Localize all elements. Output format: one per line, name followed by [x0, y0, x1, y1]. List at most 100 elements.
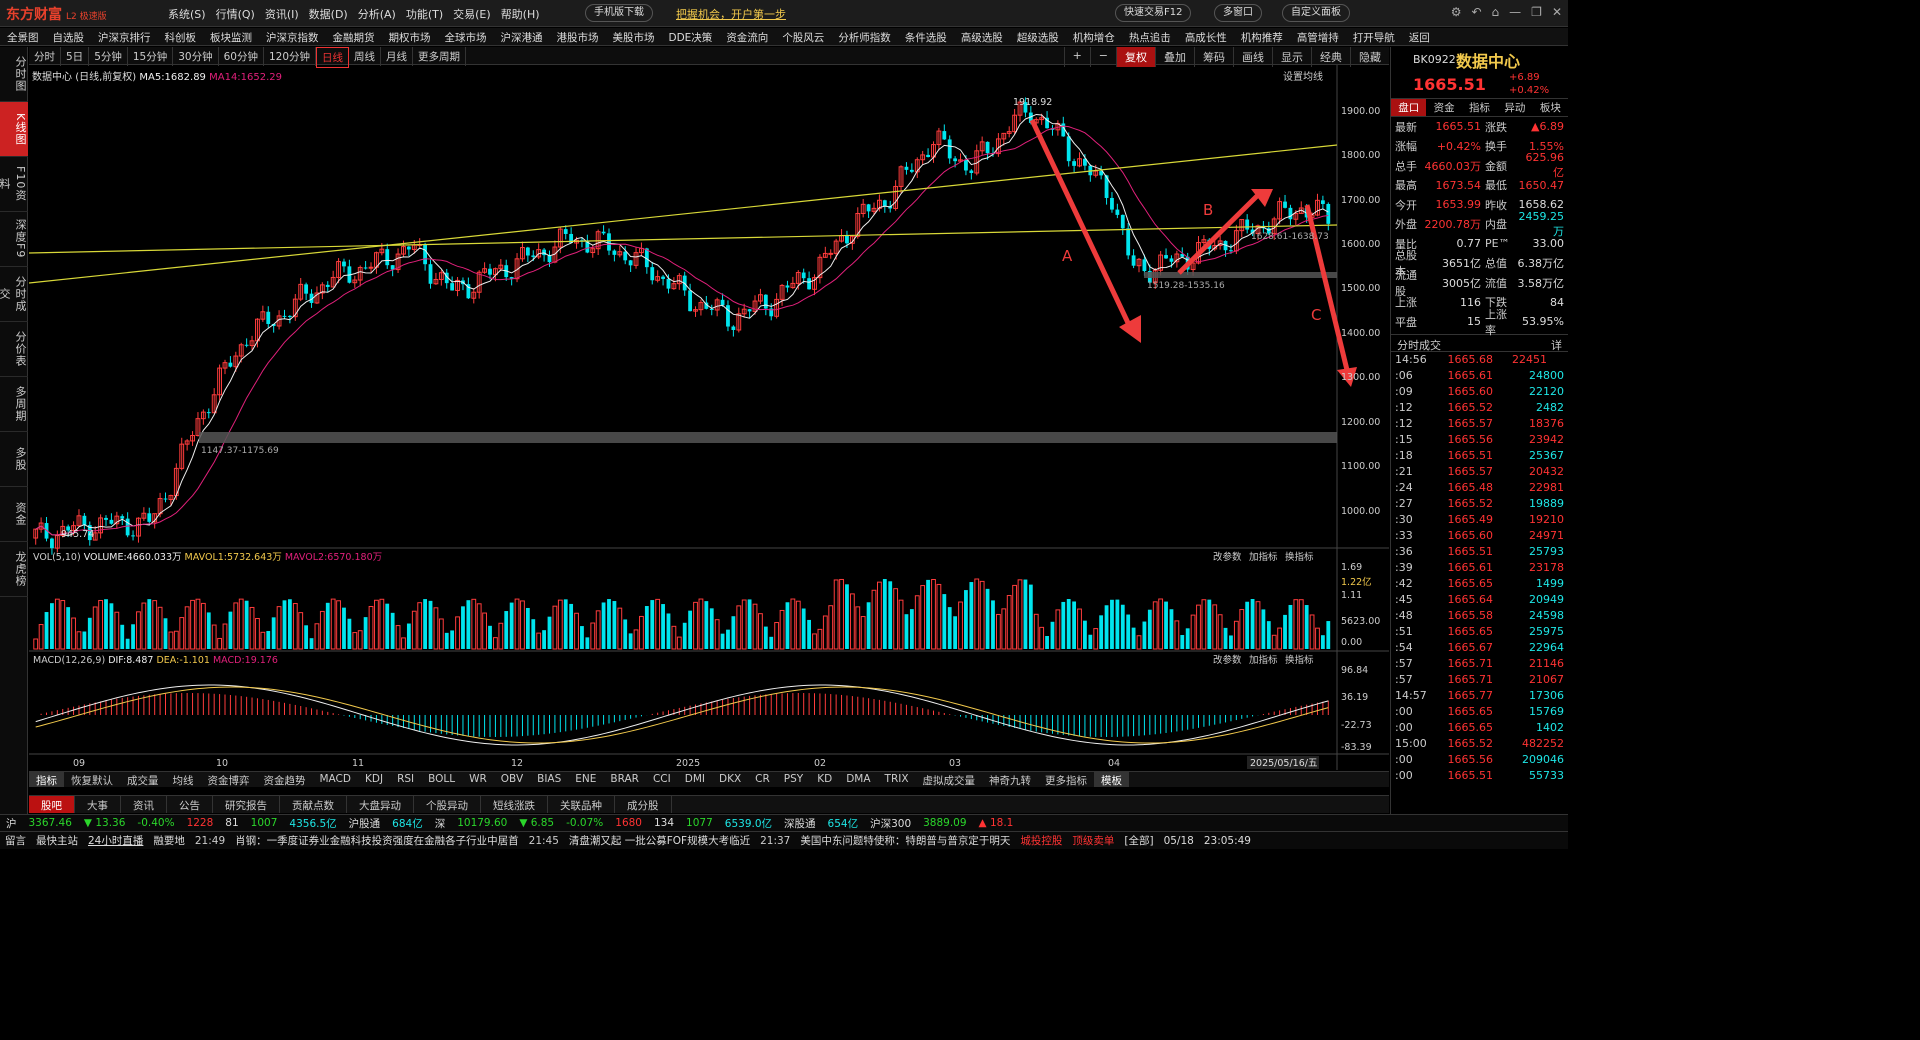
nav-item[interactable]: 沪深港通 [494, 28, 550, 45]
ind-tab[interactable]: 资金趋势 [257, 772, 313, 787]
nav-item[interactable]: 沪深京排行 [91, 28, 158, 45]
trades-list[interactable]: 14:56 1665.68 22451:06 1665.61 24800:09 1665.… [1391, 352, 1568, 784]
nav-item[interactable]: 热点追击 [1122, 28, 1178, 45]
nav-item[interactable]: 金融期货 [326, 28, 382, 45]
menu-quote[interactable]: 行情(Q) [216, 6, 255, 22]
kline-svg[interactable]: A B C 1918.92 945.74 1147.37-1175.69 151… [29, 65, 1389, 770]
restore-icon[interactable]: ❐ [1531, 5, 1542, 19]
nav-item[interactable]: 港股市场 [550, 28, 606, 45]
rail-multi-stock[interactable]: 多股 [0, 432, 28, 487]
promo-link[interactable]: 把握机会，开户第一步 [676, 6, 786, 22]
ind-tab[interactable]: WR [462, 772, 494, 787]
nav-item[interactable]: 高管增持 [1290, 28, 1346, 45]
chips-button[interactable]: 筹码 [1194, 47, 1233, 67]
ind-tab[interactable]: 神奇九转 [982, 772, 1038, 787]
nav-item[interactable]: 美股市场 [606, 28, 662, 45]
custom-panel-button[interactable]: 自定义面板 [1282, 4, 1350, 22]
menu-analysis[interactable]: 分析(A) [358, 6, 396, 22]
menu-trade[interactable]: 交易(E) [453, 6, 491, 22]
period-5min[interactable]: 5分钟 [89, 47, 128, 66]
period-5day[interactable]: 5日 [61, 47, 89, 66]
nav-item[interactable]: 高级选股 [954, 28, 1010, 45]
zoom-out-button[interactable]: − [1090, 47, 1116, 67]
hide-button[interactable]: 隐藏 [1350, 47, 1389, 67]
macd-buttons[interactable]: 改参数 加指标 换指标 [1213, 654, 1314, 666]
settings-icon[interactable]: ⚙ [1451, 5, 1462, 19]
news-tab[interactable]: 股吧 [29, 796, 75, 813]
rail-ticks[interactable]: 分时成交 [0, 267, 28, 322]
ind-tab[interactable]: 更多指标 [1038, 772, 1094, 787]
nav-item[interactable]: 机构增仓 [1066, 28, 1122, 45]
ind-tab[interactable]: KD [810, 772, 839, 787]
nav-item[interactable]: 打开导航 [1346, 28, 1402, 45]
ind-tab[interactable]: 模板 [1094, 772, 1129, 787]
ind-tab[interactable]: DKX [712, 772, 748, 787]
minimize-icon[interactable]: — [1509, 5, 1521, 19]
ind-tab[interactable]: 成交量 [120, 772, 166, 787]
message-button[interactable]: 留言 [0, 833, 31, 848]
multi-window-button[interactable]: 多窗口 [1214, 4, 1262, 22]
news-ticker[interactable]: 留言 最快主站 24小时直播 融要地 21:49 肖钢：一季度证券业金融科技投资… [0, 831, 1568, 849]
rail-f10[interactable]: F10资料 [0, 157, 28, 212]
period-60min[interactable]: 60分钟 [219, 47, 264, 66]
nav-item[interactable]: 超级选股 [1010, 28, 1066, 45]
ind-tab[interactable]: DMI [678, 772, 712, 787]
ind-tab[interactable]: KDJ [358, 772, 390, 787]
nav-item[interactable]: 个股风云 [775, 28, 831, 45]
ind-tab[interactable]: 虚拟成交量 [916, 772, 983, 787]
quote-tab[interactable]: 资金 [1426, 99, 1461, 116]
news-tab[interactable]: 大盘异动 [347, 796, 414, 813]
back-icon[interactable]: ↶ [1471, 5, 1481, 19]
ind-tab[interactable]: DMA [839, 772, 877, 787]
nav-item[interactable]: 期权市场 [382, 28, 438, 45]
nav-item[interactable]: DDE决策 [662, 28, 720, 45]
ind-tab[interactable]: RSI [390, 772, 421, 787]
nav-item[interactable]: 板块监测 [203, 28, 259, 45]
nav-item[interactable]: 机构推荐 [1234, 28, 1290, 45]
ind-tab[interactable]: CR [748, 772, 777, 787]
nav-item[interactable]: 返回 [1402, 28, 1437, 45]
close-icon[interactable]: ✕ [1552, 5, 1562, 19]
nav-item[interactable]: 自选股 [46, 28, 92, 45]
ind-tab[interactable]: BRAR [603, 772, 646, 787]
ind-tab[interactable]: TRIX [878, 772, 916, 787]
news-tab[interactable]: 个股异动 [414, 796, 481, 813]
period-timeshare[interactable]: 分时 [29, 47, 61, 66]
news-tab[interactable]: 大事 [75, 796, 121, 813]
adjust-button[interactable]: 复权 [1116, 47, 1155, 67]
menu-info[interactable]: 资讯(I) [265, 6, 299, 22]
news-tab[interactable]: 研究报告 [213, 796, 280, 813]
ind-tab[interactable]: 指标 [29, 772, 64, 787]
quote-tab[interactable]: 指标 [1462, 99, 1497, 116]
draw-button[interactable]: 画线 [1233, 47, 1272, 67]
news-tab[interactable]: 资讯 [121, 796, 167, 813]
quote-tab[interactable]: 盘口 [1391, 99, 1426, 116]
period-30min[interactable]: 30分钟 [173, 47, 218, 66]
period-15min[interactable]: 15分钟 [128, 47, 173, 66]
overlay-button[interactable]: 叠加 [1155, 47, 1194, 67]
rail-timeshare[interactable]: 分时图 [0, 47, 28, 102]
rail-dragon-tiger[interactable]: 龙虎榜 [0, 542, 28, 597]
news-tab[interactable]: 贡献点数 [280, 796, 347, 813]
fastest-server[interactable]: 最快主站 [31, 833, 83, 848]
ma-settings-button[interactable]: 设置均线 [1283, 68, 1323, 83]
rail-multi-period[interactable]: 多周期 [0, 377, 28, 432]
kline-chart-area[interactable]: A B C 1918.92 945.74 1147.37-1175.69 151… [29, 65, 1389, 770]
ind-tab[interactable]: CCI [646, 772, 678, 787]
ind-tab[interactable]: BIAS [530, 772, 568, 787]
quote-tab[interactable]: 异动 [1497, 99, 1532, 116]
ind-tab[interactable]: PSY [777, 772, 810, 787]
menu-function[interactable]: 功能(T) [406, 6, 443, 22]
live-link[interactable]: 24小时直播 [83, 833, 148, 848]
menu-data[interactable]: 数据(D) [309, 6, 348, 22]
news-tab[interactable]: 成分股 [615, 796, 672, 813]
news-tab[interactable]: 短线涨跌 [481, 796, 548, 813]
nav-item[interactable]: 条件选股 [898, 28, 954, 45]
ind-tab[interactable]: ENE [568, 772, 603, 787]
quick-trade-button[interactable]: 快速交易F12 [1115, 4, 1191, 22]
period-monthly[interactable]: 月线 [381, 47, 413, 66]
rail-depth[interactable]: 深度F9 [0, 212, 28, 267]
nav-item[interactable]: 全球市场 [438, 28, 494, 45]
news-tab[interactable]: 关联品种 [548, 796, 615, 813]
menu-system[interactable]: 系统(S) [168, 6, 206, 22]
